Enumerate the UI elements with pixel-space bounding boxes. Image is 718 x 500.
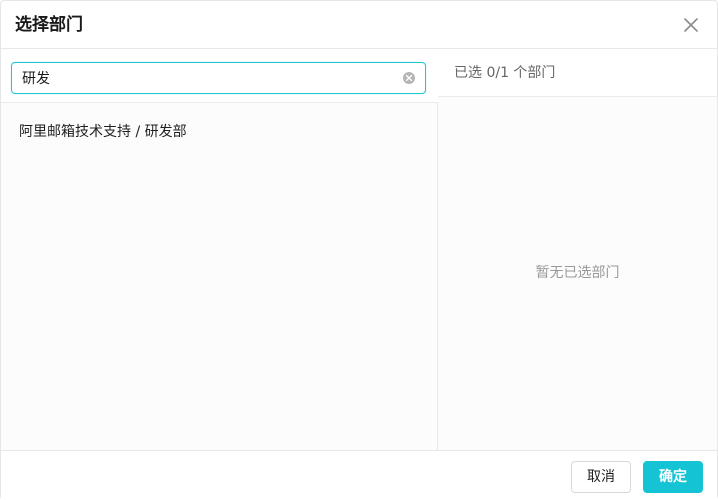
selected-header: 已选 0/1 个部门 xyxy=(438,49,717,97)
cancel-button[interactable]: 取消 xyxy=(571,461,631,493)
selected-count: 已选 0/1 个部门 xyxy=(454,65,556,81)
search-input[interactable] xyxy=(22,68,392,88)
list-item[interactable]: 阿里邮箱技术支持 / 研发部 xyxy=(1,115,437,149)
empty-state-text: 暂无已选部门 xyxy=(535,265,620,281)
dialog-title: 选择部门 xyxy=(15,15,83,35)
search-box[interactable] xyxy=(11,62,426,94)
dialog-header: 选择部门 xyxy=(1,1,717,49)
dialog-footer: 取消 确定 xyxy=(1,450,717,500)
search-bar xyxy=(1,49,438,103)
close-icon xyxy=(684,18,698,32)
confirm-button[interactable]: 确定 xyxy=(643,461,703,493)
clear-icon[interactable] xyxy=(402,71,416,85)
department-tree-panel: 阿里邮箱技术支持 / 研发部 xyxy=(1,49,438,450)
dialog-body: 阿里邮箱技术支持 / 研发部 已选 0/1 个部门 暂无已选部门 xyxy=(1,49,717,450)
selected-panel: 已选 0/1 个部门 暂无已选部门 xyxy=(438,49,717,450)
select-department-dialog: 选择部门 阿里邮箱技术支持 / 研发部 xyxy=(0,0,718,500)
close-button[interactable] xyxy=(679,13,703,37)
